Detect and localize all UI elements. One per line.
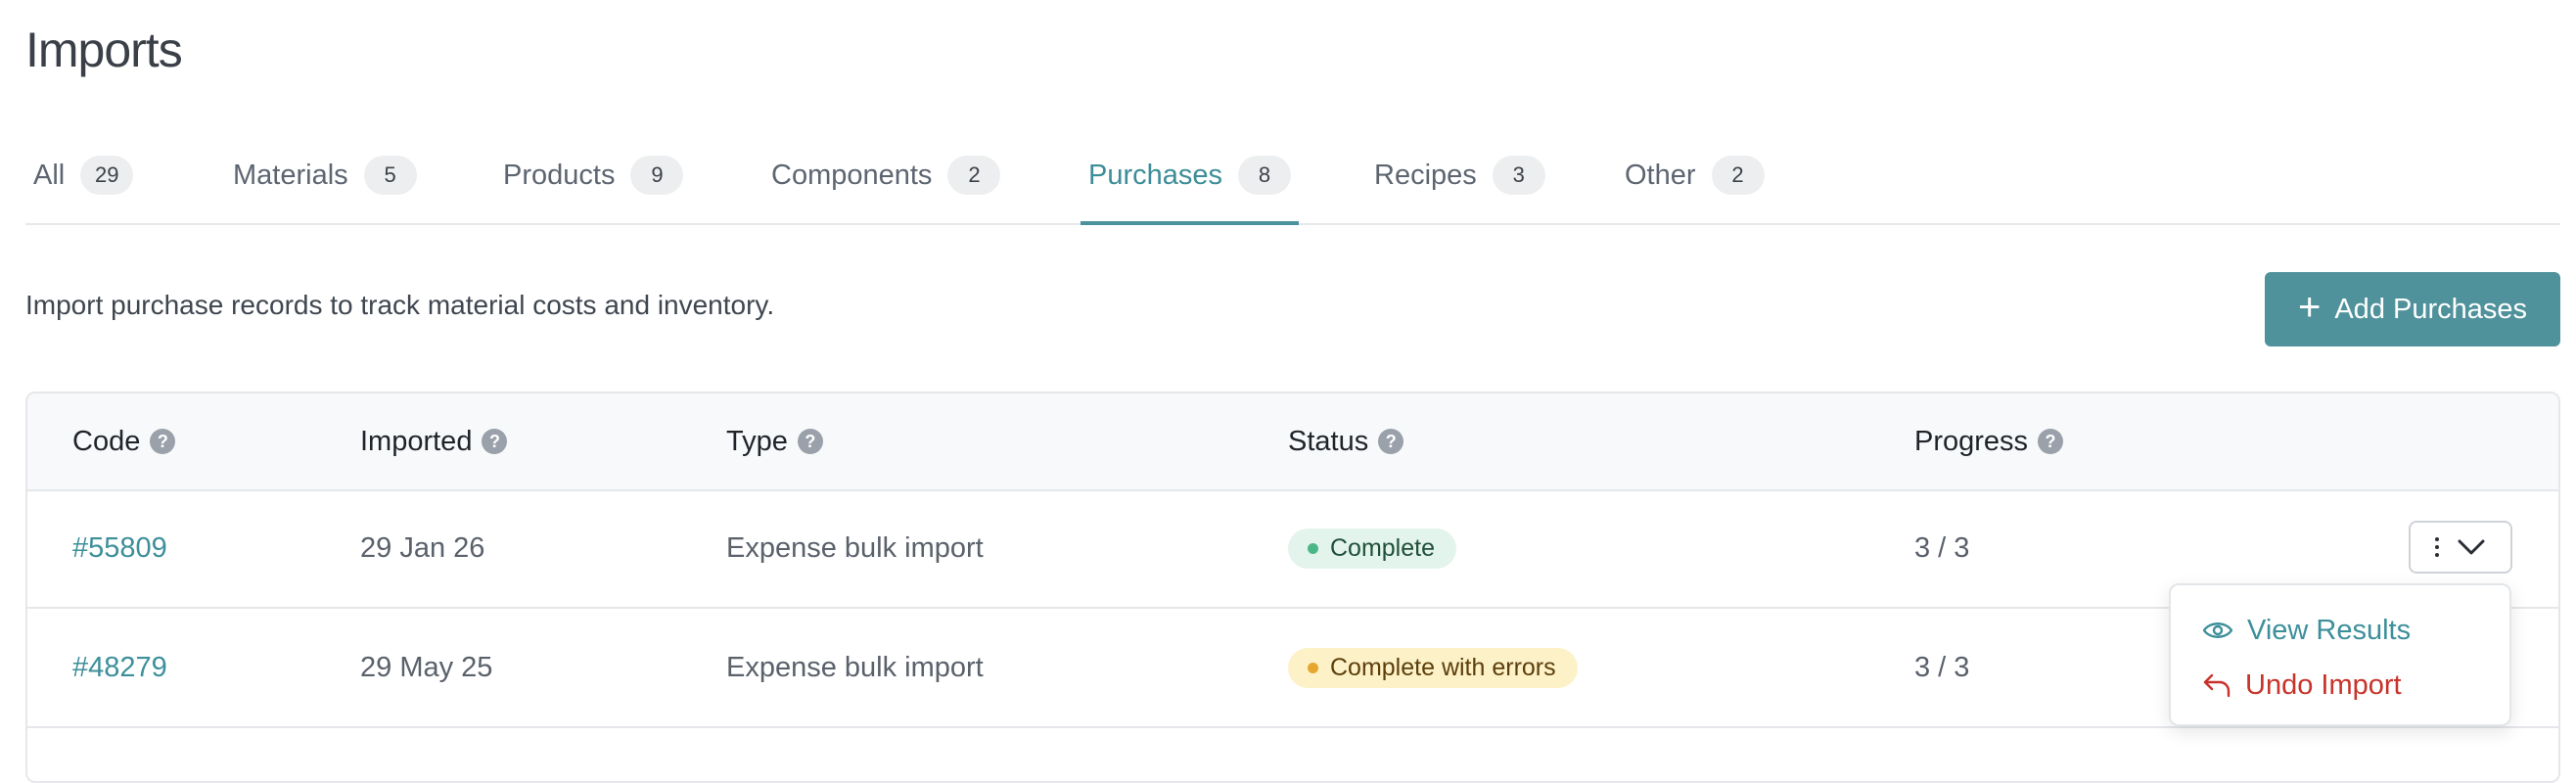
tab-count-badge: 9 [630,156,684,195]
tab-count-badge: 29 [80,156,134,195]
status-badge-label: Complete with errors [1330,653,1556,681]
status-dot-icon [1308,542,1318,554]
progress-value: 3 / 3 [1914,651,1970,683]
menu-item-label: Undo Import [2245,668,2402,701]
row-actions-menu: View Results Undo Import [2169,583,2511,726]
column-header-progress: Progress ? [1914,393,2064,489]
status-badge: Complete [1288,528,1456,569]
chevron-down-icon [2458,539,2485,555]
progress-value: 3 / 3 [1914,531,1970,564]
import-code-link[interactable]: #48279 [72,609,167,726]
imported-date: 29 May 25 [360,651,493,683]
import-type: Expense bulk import [726,531,984,564]
undo-icon [2203,673,2231,698]
tab-materials[interactable]: Materials 5 [225,127,425,223]
undo-import-menu-item[interactable]: Undo Import [2202,662,2402,709]
tab-products[interactable]: Products 9 [495,127,691,223]
tab-count-badge: 5 [363,156,417,195]
tab-recipes[interactable]: Recipes 3 [1366,127,1553,223]
tab-label: Materials [233,159,348,191]
page-title: Imports [25,23,183,77]
tab-all[interactable]: All 29 [25,127,141,223]
tab-other[interactable]: Other 2 [1617,127,1772,223]
plus-icon: + [2297,286,2322,329]
tab-label: Recipes [1374,159,1477,191]
import-code-link[interactable]: #55809 [72,489,167,607]
add-purchases-label: Add Purchases [2334,293,2528,325]
help-icon[interactable]: ? [482,429,508,454]
status-cell: Complete [1288,489,1456,607]
status-badge-label: Complete [1330,533,1435,562]
import-type-tabs: All 29 Materials 5 Products 9 Components… [25,127,2560,225]
add-purchases-button[interactable]: + Add Purchases [2265,272,2560,346]
column-header-label: Status [1288,425,1369,457]
tab-count-badge: 2 [947,156,1001,195]
status-badge: Complete with errors [1288,647,1578,688]
menu-item-label: View Results [2247,614,2412,646]
column-header-type: Type ? [726,393,823,489]
tab-label: All [33,159,66,191]
tab-label: Products [503,159,616,191]
status-cell: Complete with errors [1288,609,1578,726]
help-icon[interactable]: ? [1378,429,1404,454]
view-results-menu-item[interactable]: View Results [2202,607,2411,654]
tab-count-badge: 8 [1238,156,1292,195]
status-dot-icon [1308,662,1318,673]
tab-components[interactable]: Components 2 [763,127,1008,223]
table-header: Code ? Imported ? Type ? Status ? Progre… [27,393,2558,491]
column-header-code: Code ? [72,393,176,489]
help-icon[interactable]: ? [2038,429,2064,454]
kebab-icon [2435,537,2439,557]
help-icon[interactable]: ? [797,429,823,454]
eye-icon [2202,622,2233,638]
tab-label: Purchases [1088,159,1223,191]
column-header-imported: Imported ? [360,393,508,489]
help-icon[interactable]: ? [150,429,176,454]
tab-count-badge: 3 [1492,156,1545,195]
import-type: Expense bulk import [726,651,984,683]
column-header-label: Imported [360,425,473,457]
tab-purchases[interactable]: Purchases 8 [1081,127,1300,225]
page-description: Import purchase records to track materia… [25,290,775,320]
column-header-status: Status ? [1288,393,1404,489]
tab-label: Other [1625,159,1696,191]
imported-date: 29 Jan 26 [360,531,485,564]
column-header-label: Code [72,425,141,457]
column-header-label: Type [726,425,788,457]
tab-label: Components [771,159,933,191]
row-actions-button[interactable] [2409,521,2512,574]
column-header-label: Progress [1914,425,2029,457]
tab-count-badge: 2 [1711,156,1765,195]
